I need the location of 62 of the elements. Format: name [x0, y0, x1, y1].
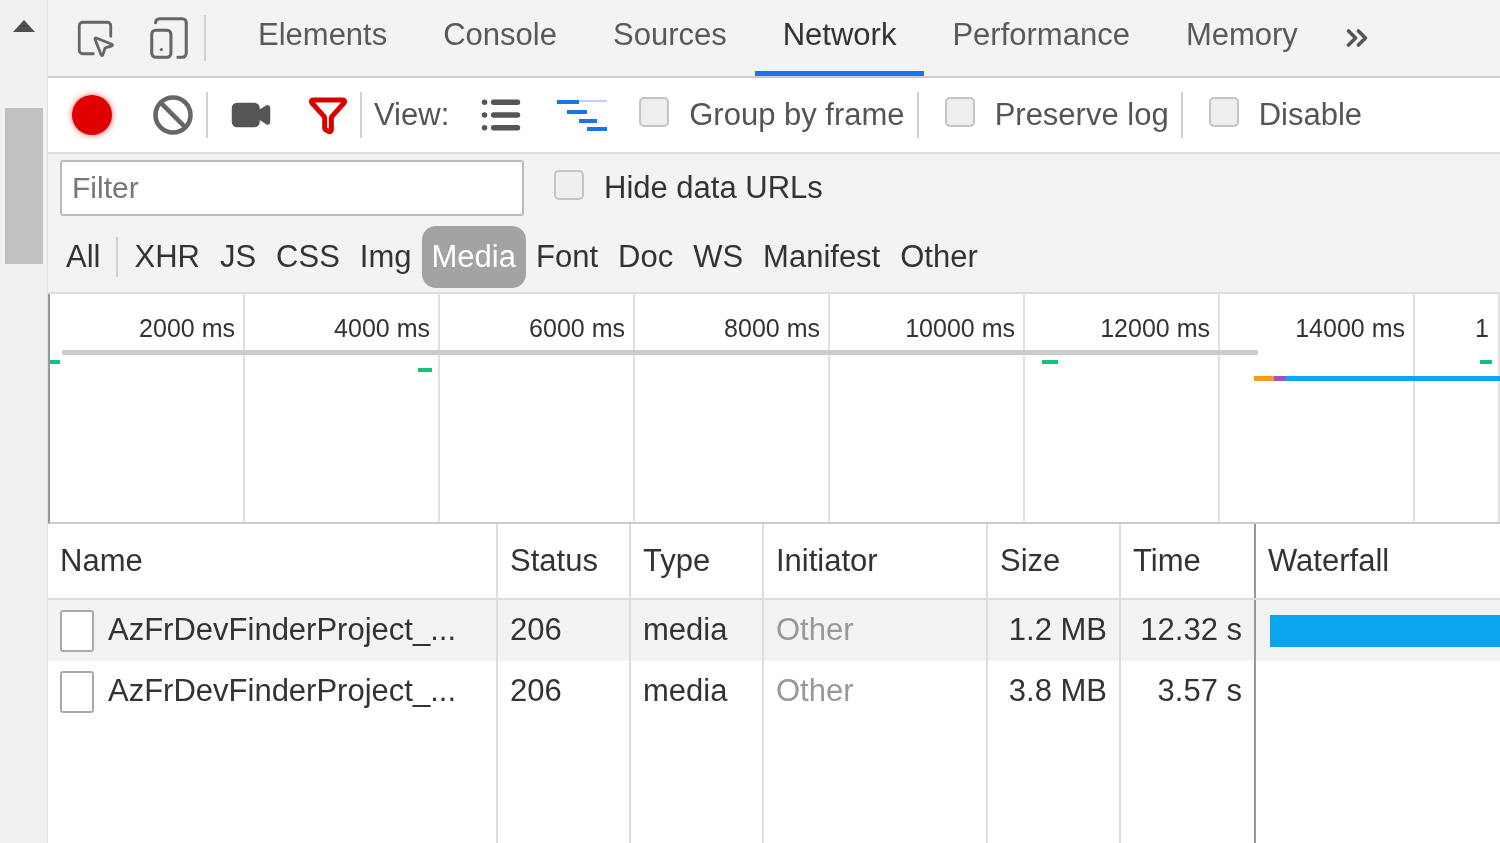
checkbox-label[interactable]: Disable — [1258, 91, 1363, 139]
checkbox[interactable] — [639, 96, 670, 127]
column-header[interactable]: Type — [643, 537, 711, 585]
type-filter[interactable]: XHR — [124, 226, 210, 288]
scrollbar[interactable] — [0, 0, 48, 843]
timeline-tick-label: 4000 ms — [334, 313, 430, 344]
checkbox[interactable] — [554, 169, 584, 200]
table-cell-text: 206 — [510, 672, 562, 711]
timeline-tick-label: 6000 ms — [529, 313, 625, 344]
column-header[interactable]: Initiator — [776, 537, 878, 585]
table-cell-text: Other — [776, 672, 854, 711]
type-filter[interactable]: Manifest — [753, 226, 891, 288]
request-row[interactable]: AzFrDevFinderProject_... 206 media Other 1.2 MB 12.32 s — [48, 600, 1500, 661]
checkbox[interactable] — [1208, 96, 1239, 127]
type-filter[interactable]: Doc — [608, 226, 684, 288]
table-cell-text: media — [643, 672, 728, 711]
type-filter[interactable]: CSS — [266, 226, 350, 288]
checkbox-label[interactable]: Group by frame — [689, 91, 905, 139]
panel-tab[interactable]: Elements — [230, 0, 416, 76]
scrollbar-thumb[interactable] — [4, 108, 43, 264]
table-cell-text: 1.2 MB — [1008, 611, 1107, 650]
timeline-tick-label: 1 — [1475, 313, 1489, 344]
panel-tab[interactable]: Sources — [585, 0, 755, 76]
timeline-tick-label: 10000 ms — [905, 313, 1015, 344]
table-cell-text: AzFrDevFinderProject_... — [108, 611, 456, 650]
filter-field[interactable]: Filter — [60, 160, 524, 216]
type-filter[interactable]: JS — [209, 226, 267, 288]
scroll-up-icon[interactable] — [12, 20, 35, 32]
table-cell-text: AzFrDevFinderProject_... — [108, 672, 456, 711]
table-cell-text: 206 — [510, 611, 562, 650]
table-cell-text: 12.32 s — [1140, 611, 1242, 650]
column-header[interactable]: Waterfall — [1268, 537, 1390, 585]
column-header[interactable]: Status — [510, 537, 598, 585]
timeline-tick-label: 2000 ms — [139, 313, 235, 344]
waterfall-view-icon[interactable] — [557, 98, 608, 132]
checkbox[interactable] — [944, 96, 975, 127]
record-button[interactable] — [72, 95, 112, 135]
panel-tab[interactable]: Performance — [924, 0, 1158, 76]
timeline-tick-label: 8000 ms — [724, 313, 820, 344]
column-header[interactable]: Time — [1133, 537, 1201, 585]
checkbox-label[interactable]: Hide data URLs — [604, 164, 823, 212]
file-icon — [60, 609, 94, 652]
table-cell-text: Other — [776, 611, 854, 650]
column-header[interactable]: Name — [60, 537, 143, 585]
panel-tab[interactable]: Console — [415, 0, 585, 76]
type-filter[interactable]: WS — [683, 226, 754, 288]
table-cell-text: 3.8 MB — [1008, 672, 1107, 711]
type-filter[interactable]: Img — [349, 226, 422, 288]
filter-icon[interactable] — [308, 95, 348, 135]
timeline-tick-label: 14000 ms — [1295, 313, 1405, 344]
file-icon — [60, 670, 94, 713]
timeline-tick-label: 12000 ms — [1100, 313, 1210, 344]
type-filter[interactable]: Other — [890, 226, 988, 288]
table-cell-text: 3.57 s — [1157, 672, 1242, 711]
table-cell-text: media — [643, 611, 728, 650]
panel-tab[interactable]: Memory — [1157, 0, 1326, 76]
column-header[interactable]: Size — [1000, 537, 1061, 585]
type-filter[interactable]: Font — [525, 226, 608, 288]
clear-icon[interactable] — [152, 94, 194, 136]
checkbox-label[interactable]: Preserve log — [994, 91, 1169, 139]
view-label: View: — [374, 95, 450, 134]
type-filter[interactable]: All — [56, 226, 111, 288]
